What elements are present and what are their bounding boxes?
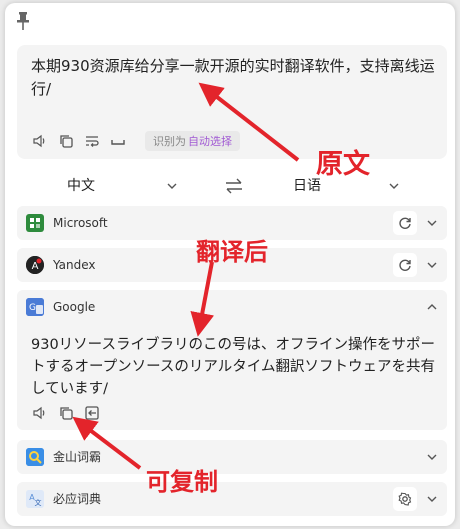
annotation-original: 原文 [316,149,370,180]
copy-icon[interactable] [57,404,75,422]
google-translate-logo-icon: G [26,298,44,316]
chevron-down-icon[interactable] [425,216,439,230]
svg-text:文: 文 [35,498,42,507]
service-bing-dict[interactable]: A文 必应词典 [17,482,447,516]
settings-gear-icon[interactable] [393,487,417,511]
copy-icon[interactable] [57,132,75,150]
jinshan-ciba-logo-icon [26,448,44,466]
chevron-down-icon[interactable] [425,450,439,464]
yandex-logo-icon: A [26,256,44,274]
detect-value: 自动选择 [188,135,232,148]
chevron-down-icon[interactable] [425,258,439,272]
service-jinshan[interactable]: 金山词霸 [17,440,447,474]
google-translation-result[interactable]: 930リソースライブラリのこの号は、オフライン操作をサポートするオープンソースの… [31,334,437,400]
service-name: 必应词典 [53,492,102,506]
source-toolbar: 识别为 自动选择 [31,131,240,151]
insert-result-icon[interactable] [83,404,101,422]
svg-text:G: G [29,303,36,313]
chevron-down-icon[interactable] [165,179,179,193]
detect-label: 识别为 [153,135,186,148]
speaker-icon[interactable] [31,132,49,150]
refresh-icon[interactable] [393,211,417,235]
service-name: Yandex [53,258,96,272]
refresh-icon[interactable] [393,253,417,277]
bing-dict-logo-icon: A文 [26,490,44,508]
service-google[interactable]: G Google 930リソースライブラリのこの号は、オフライン操作をサポートす… [17,290,447,430]
wrap-text-icon[interactable] [83,132,101,150]
microsoft-translator-logo-icon [26,214,44,232]
annotation-translated: 翻译后 [196,238,268,266]
language-selector-row: 中文 日语 [17,168,447,204]
annotation-copyable: 可复制 [146,468,218,496]
detected-language-badge[interactable]: 识别为 自动选择 [145,131,240,151]
swap-languages-icon[interactable] [225,178,243,194]
chevron-down-icon[interactable] [387,179,401,193]
source-text[interactable]: 本期930资源库给分享一款开源的实时翻译软件，支持离线运行/ [31,55,437,101]
service-name: 金山词霸 [53,450,102,464]
source-text-panel[interactable]: 本期930资源库给分享一款开源的实时翻译软件，支持离线运行/ 识别为 自动选择 [17,45,447,159]
service-name: Google [53,300,96,314]
pin-icon[interactable] [15,11,31,31]
chevron-up-icon[interactable] [425,300,439,314]
source-language-select[interactable]: 中文 [67,168,95,204]
service-name: Microsoft [53,216,108,230]
space-icon[interactable] [109,132,127,150]
chevron-down-icon[interactable] [425,492,439,506]
result-toolbar [31,404,101,422]
speaker-icon[interactable] [31,404,49,422]
